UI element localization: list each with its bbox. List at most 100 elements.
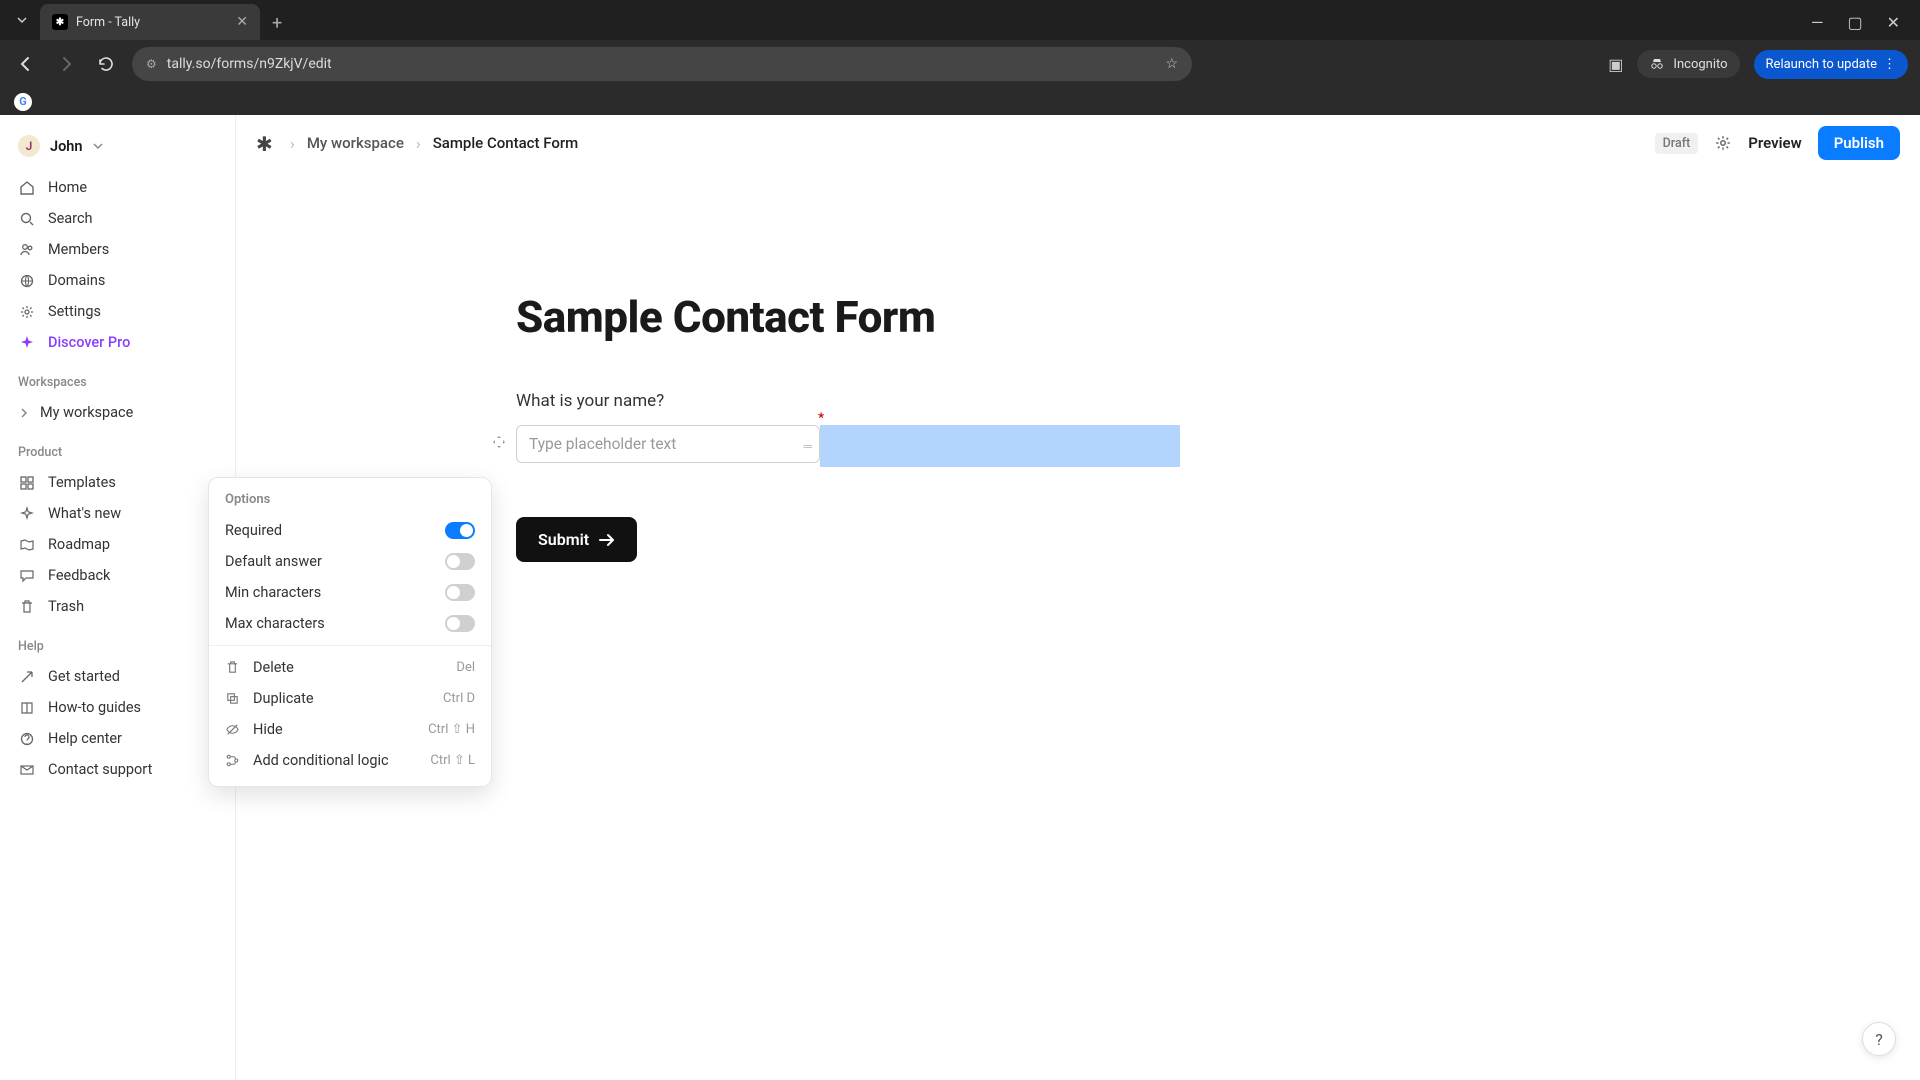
incognito-icon [1649, 56, 1665, 72]
book-icon [18, 700, 36, 716]
sidebar-item-search[interactable]: Search [10, 204, 225, 233]
sidebar-item-roadmap[interactable]: Roadmap [10, 530, 225, 559]
sidebar-section-product: Product [10, 429, 225, 466]
sidebar-item-help-center[interactable]: Help center [10, 724, 225, 753]
compass-icon [18, 669, 36, 685]
user-name: John [50, 138, 82, 155]
draft-badge: Draft [1655, 133, 1699, 154]
popover-divider [209, 645, 491, 646]
preview-button[interactable]: Preview [1748, 134, 1801, 152]
topbar: ✱ › My workspace › Sample Contact Form D… [236, 115, 1920, 171]
option-required[interactable]: Required [209, 515, 491, 546]
sidebar-item-feedback[interactable]: Feedback [10, 561, 225, 590]
app-root: J John Home Search Members Domains Setti… [0, 115, 1920, 1080]
trash-icon [225, 660, 241, 675]
toggle-max-chars[interactable] [445, 615, 475, 632]
sidebar: J John Home Search Members Domains Setti… [0, 115, 236, 1080]
tab-close-icon[interactable]: ✕ [236, 14, 248, 30]
sidebar-item-settings[interactable]: Settings [10, 297, 225, 326]
sidebar-item-domains[interactable]: Domains [10, 266, 225, 295]
globe-icon [18, 273, 36, 289]
incognito-indicator[interactable]: Incognito [1637, 50, 1739, 78]
templates-icon [18, 475, 36, 491]
trash-icon [18, 599, 36, 615]
sidebar-item-howto[interactable]: How-to guides [10, 693, 225, 722]
resize-grip-icon[interactable]: ═ [803, 439, 810, 453]
home-icon [18, 180, 36, 196]
extensions-icon[interactable]: ▣ [1608, 55, 1623, 74]
option-default-answer[interactable]: Default answer [209, 546, 491, 577]
forward-button[interactable] [52, 50, 80, 78]
sparkle-icon [18, 335, 36, 351]
back-button[interactable] [12, 50, 40, 78]
sidebar-workspace-item[interactable]: My workspace [10, 398, 225, 427]
help-bubble-button[interactable]: ? [1862, 1022, 1896, 1056]
placeholder-input[interactable] [516, 425, 820, 463]
sidebar-section-help: Help [10, 623, 225, 660]
tally-logo-icon[interactable]: ✱ [256, 132, 278, 154]
breadcrumb-sep: › [416, 134, 421, 153]
form-canvas[interactable]: Sample Contact Form What is your name? *… [236, 171, 1920, 562]
action-conditional-logic[interactable]: Add conditional logic Ctrl ⇧ L [209, 745, 491, 776]
gear-icon [18, 304, 36, 320]
new-tab-button[interactable]: + [260, 13, 294, 34]
form-title[interactable]: Sample Contact Form [516, 291, 1920, 343]
address-bar: ⚙ tally.so/forms/n9ZkjV/edit ☆ ▣ Incogni… [0, 40, 1920, 88]
toggle-min-chars[interactable] [445, 584, 475, 601]
sidebar-item-get-started[interactable]: Get started [10, 662, 225, 691]
input-wrapper: * ═ [516, 425, 820, 463]
main-area: ✱ › My workspace › Sample Contact Form D… [236, 115, 1920, 1080]
bookmark-star-icon[interactable]: ☆ [1165, 56, 1178, 72]
breadcrumb-workspace[interactable]: My workspace [307, 134, 404, 152]
sparkle-outline-icon [18, 506, 36, 522]
copy-icon [225, 691, 241, 706]
browser-chrome: ✱ Form - Tally ✕ + — ▢ ✕ ⚙ tally.so/form… [0, 0, 1920, 115]
sidebar-item-trash[interactable]: Trash [10, 592, 225, 621]
bookmarks-bar: G [0, 88, 1920, 115]
toggle-default-answer[interactable] [445, 553, 475, 570]
submit-button[interactable]: Submit [516, 517, 637, 562]
browser-tab[interactable]: ✱ Form - Tally ✕ [40, 4, 260, 40]
action-hide[interactable]: Hide Ctrl ⇧ H [209, 714, 491, 745]
url-input[interactable]: ⚙ tally.so/forms/n9ZkjV/edit ☆ [132, 47, 1192, 81]
close-window-icon[interactable]: ✕ [1887, 13, 1900, 32]
url-text: tally.so/forms/n9ZkjV/edit [167, 56, 332, 72]
action-duplicate[interactable]: Duplicate Ctrl D [209, 683, 491, 714]
sidebar-item-discover-pro[interactable]: Discover Pro [10, 328, 225, 357]
sidebar-item-templates[interactable]: Templates [10, 468, 225, 497]
action-delete[interactable]: Delete Del [209, 652, 491, 683]
relaunch-update-button[interactable]: Relaunch to update ⋮ [1754, 50, 1908, 79]
sidebar-item-whats-new[interactable]: What's new [10, 499, 225, 528]
sidebar-item-home[interactable]: Home [10, 173, 225, 202]
branch-icon [225, 753, 241, 768]
tab-favicon: ✱ [52, 14, 68, 30]
selection-highlight [820, 425, 1180, 467]
avatar: J [18, 135, 40, 157]
breadcrumb-form[interactable]: Sample Contact Form [433, 134, 579, 152]
arrow-right-icon [599, 533, 615, 547]
site-settings-icon[interactable]: ⚙ [146, 57, 157, 71]
form-settings-icon[interactable] [1714, 134, 1732, 152]
toggle-required[interactable] [445, 522, 475, 539]
reload-button[interactable] [92, 50, 120, 78]
minimize-icon[interactable]: — [1811, 13, 1824, 32]
tab-list-dropdown[interactable] [8, 6, 36, 34]
google-shortcut-icon[interactable]: G [14, 93, 32, 111]
tab-title: Form - Tally [76, 15, 228, 30]
sidebar-item-contact[interactable]: Contact support [10, 755, 225, 784]
publish-button[interactable]: Publish [1818, 126, 1900, 160]
option-min-chars[interactable]: Min characters [209, 577, 491, 608]
mail-icon [18, 762, 36, 778]
chevron-right-icon [18, 407, 30, 419]
chat-icon [18, 568, 36, 584]
user-menu[interactable]: J John [10, 129, 225, 163]
question-label[interactable]: What is your name? [516, 391, 1920, 411]
search-icon [18, 211, 36, 227]
chevron-down-icon [92, 140, 104, 152]
option-max-chars[interactable]: Max characters [209, 608, 491, 639]
sidebar-item-members[interactable]: Members [10, 235, 225, 264]
maximize-icon[interactable]: ▢ [1847, 13, 1862, 32]
help-icon [18, 731, 36, 747]
drag-handle-icon[interactable] [492, 435, 506, 449]
map-icon [18, 537, 36, 553]
